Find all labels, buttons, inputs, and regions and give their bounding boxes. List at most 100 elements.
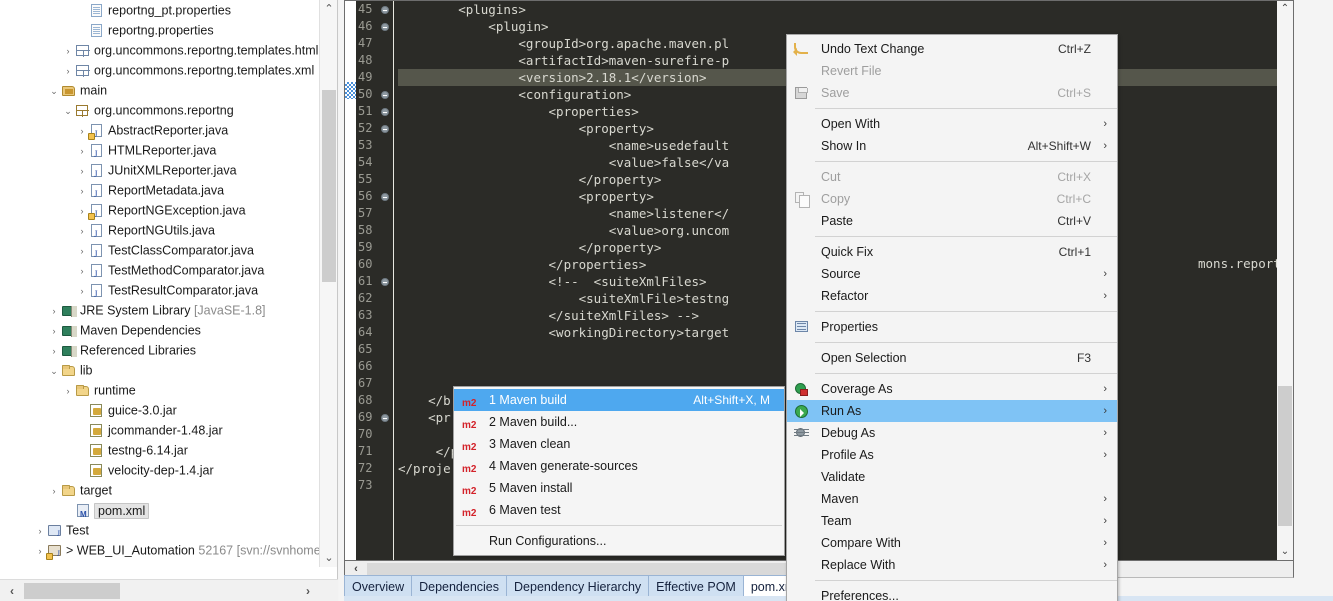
scroll-down-arrow-icon[interactable]: ⌄ (320, 549, 338, 567)
tree-twisty-icon[interactable]: › (48, 481, 60, 501)
menu-item[interactable]: Maven › (787, 488, 1117, 510)
tree-item[interactable]: testng-6.14.jar (0, 440, 320, 460)
editor-tab-dependencies[interactable]: Dependencies (411, 575, 508, 597)
tree-item[interactable]: velocity-dep-1.4.jar (0, 460, 320, 480)
tree-twisty-icon[interactable]: › (76, 201, 88, 221)
tree-item[interactable]: jcommander-1.48.jar (0, 420, 320, 440)
tree-twisty-icon[interactable]: ⌄ (48, 81, 60, 101)
menu-item[interactable]: Profile As › (787, 444, 1117, 466)
tree-twisty-icon[interactable]: › (48, 301, 60, 321)
explorer-horizontal-scrollbar[interactable]: ‹ › (0, 579, 338, 601)
tree-item[interactable]: › Maven Dependencies (0, 320, 320, 340)
project-tree[interactable]: reportng_pt.properties reportng.propertie… (0, 0, 320, 567)
code-line[interactable]: <plugins> (398, 1, 1293, 18)
menu-item[interactable]: Coverage As › (787, 378, 1117, 400)
menu-item[interactable]: Show In Alt+Shift+W › (787, 135, 1117, 157)
tree-item[interactable]: › > WEB_UI_Automation 52167 [svn://svnhom… (0, 540, 321, 564)
code-line[interactable]: <plugin> (398, 18, 1293, 35)
tree-twisty-icon[interactable]: › (62, 41, 74, 61)
menu-item[interactable]: Paste Ctrl+V (787, 210, 1117, 232)
tree-item[interactable]: › JRE System Library [JavaSE-1.8] (0, 300, 320, 320)
tree-item[interactable]: › JUnitXMLReporter.java (0, 160, 320, 184)
tree-item[interactable]: › ReportNGException.java (0, 200, 320, 224)
tree-item[interactable]: guice-3.0.jar (0, 400, 320, 420)
explorer-vscroll-thumb[interactable] (322, 90, 336, 282)
tree-item[interactable]: reportng.properties (0, 20, 320, 40)
menu-item[interactable]: m2 4 Maven generate-sources (454, 455, 784, 477)
tree-item[interactable]: › AbstractReporter.java (0, 120, 320, 144)
tree-twisty-icon[interactable]: › (34, 541, 46, 561)
tree-twisty-icon[interactable]: › (48, 341, 60, 361)
editor-tab-dependency-hierarchy[interactable]: Dependency Hierarchy (506, 575, 650, 597)
tree-twisty-icon[interactable]: › (62, 381, 74, 401)
scroll-right-arrow-icon[interactable]: › (298, 580, 318, 601)
fold-marker-icon[interactable] (381, 414, 389, 422)
tree-twisty-icon[interactable]: › (76, 161, 88, 181)
menu-item[interactable]: Refactor › (787, 285, 1117, 307)
editor-vscroll-thumb[interactable] (1278, 386, 1292, 526)
tree-twisty-icon[interactable]: ⌄ (48, 361, 60, 381)
tree-item[interactable]: › Referenced Libraries (0, 340, 320, 360)
tree-twisty-icon[interactable]: › (76, 281, 88, 301)
tree-twisty-icon[interactable]: › (76, 181, 88, 201)
menu-item[interactable]: Preferences... (787, 585, 1117, 601)
tree-item[interactable]: › TestMethodComparator.java (0, 260, 320, 284)
editor-scroll-down-arrow-icon[interactable]: ⌄ (1277, 544, 1293, 560)
tree-item[interactable]: › HTMLReporter.java (0, 140, 320, 164)
tree-twisty-icon[interactable]: › (76, 241, 88, 261)
explorer-vertical-scrollbar[interactable]: ⌃ ⌄ (319, 0, 337, 567)
tree-item[interactable]: › TestClassComparator.java (0, 240, 320, 264)
run-as-submenu[interactable]: m2 1 Maven build Alt+Shift+X, M m2 2 Maven b… (453, 386, 785, 556)
menu-item[interactable]: Open With › (787, 113, 1117, 135)
tree-twisty-icon[interactable]: › (48, 321, 60, 341)
menu-item[interactable]: Validate (787, 466, 1117, 488)
menu-item[interactable]: m2 6 Maven test (454, 499, 784, 521)
menu-item[interactable]: Undo Text Change Ctrl+Z (787, 38, 1117, 60)
menu-item[interactable]: m2 3 Maven clean (454, 433, 784, 455)
editor-tab-effective-pom[interactable]: Effective POM (648, 575, 744, 597)
editor-scroll-up-arrow-icon[interactable]: ⌃ (1277, 1, 1293, 17)
editor-context-menu[interactable]: Undo Text Change Ctrl+Z Revert File Save Ctr… (786, 34, 1118, 601)
tree-item[interactable]: › Test (0, 520, 320, 544)
tree-twisty-icon[interactable]: › (76, 121, 88, 141)
scroll-left-arrow-icon[interactable]: ‹ (2, 580, 22, 601)
tree-twisty-icon[interactable]: › (76, 261, 88, 281)
tree-item[interactable]: › runtime (0, 380, 320, 400)
menu-item[interactable]: Source › (787, 263, 1117, 285)
menu-item[interactable]: m2 1 Maven build Alt+Shift+X, M (454, 389, 784, 411)
tree-item[interactable]: › target (0, 480, 320, 500)
fold-marker-icon[interactable] (381, 125, 389, 133)
tree-item[interactable]: › ReportMetadata.java (0, 180, 320, 204)
menu-item[interactable]: Replace With › (787, 554, 1117, 576)
editor-tab-overview[interactable]: Overview (344, 575, 413, 597)
menu-item[interactable]: Run Configurations... (454, 530, 784, 552)
tree-item[interactable]: › ReportNGUtils.java (0, 220, 320, 244)
explorer-hscroll-thumb[interactable] (24, 583, 120, 599)
tree-twisty-icon[interactable]: ⌄ (62, 101, 74, 121)
menu-item[interactable]: Debug As › (787, 422, 1117, 444)
fold-marker-icon[interactable] (381, 6, 389, 14)
tree-item[interactable]: › TestResultComparator.java (0, 280, 320, 304)
menu-item[interactable]: m2 2 Maven build... (454, 411, 784, 433)
tree-item[interactable]: ⌄ main (0, 80, 320, 100)
scroll-up-arrow-icon[interactable]: ⌃ (320, 0, 338, 18)
tree-item[interactable]: › org.uncommons.reportng.templates.xml (0, 60, 320, 80)
tree-twisty-icon[interactable]: › (34, 521, 46, 541)
tree-twisty-icon[interactable]: › (76, 141, 88, 161)
fold-marker-icon[interactable] (381, 193, 389, 201)
fold-marker-icon[interactable] (381, 108, 389, 116)
menu-item[interactable]: Run As › (787, 400, 1117, 422)
editor-vertical-scrollbar[interactable]: ⌃ ⌄ (1277, 1, 1293, 560)
tree-item[interactable]: › org.uncommons.reportng.templates.html (0, 40, 320, 60)
editor-form-tabs[interactable]: Overview Dependencies Dependency Hierarchy… (344, 575, 807, 597)
tree-twisty-icon[interactable]: › (76, 221, 88, 241)
fold-marker-icon[interactable] (381, 23, 389, 31)
tree-twisty-icon[interactable]: › (62, 61, 74, 81)
tree-item[interactable]: pom.xml (0, 500, 320, 525)
menu-item[interactable]: Properties (787, 316, 1117, 338)
fold-marker-icon[interactable] (381, 91, 389, 99)
editor-marker-gutter[interactable] (345, 1, 356, 560)
menu-item[interactable]: Team › (787, 510, 1117, 532)
menu-item[interactable]: Open Selection F3 (787, 347, 1117, 369)
menu-item[interactable]: Quick Fix Ctrl+1 (787, 241, 1117, 263)
